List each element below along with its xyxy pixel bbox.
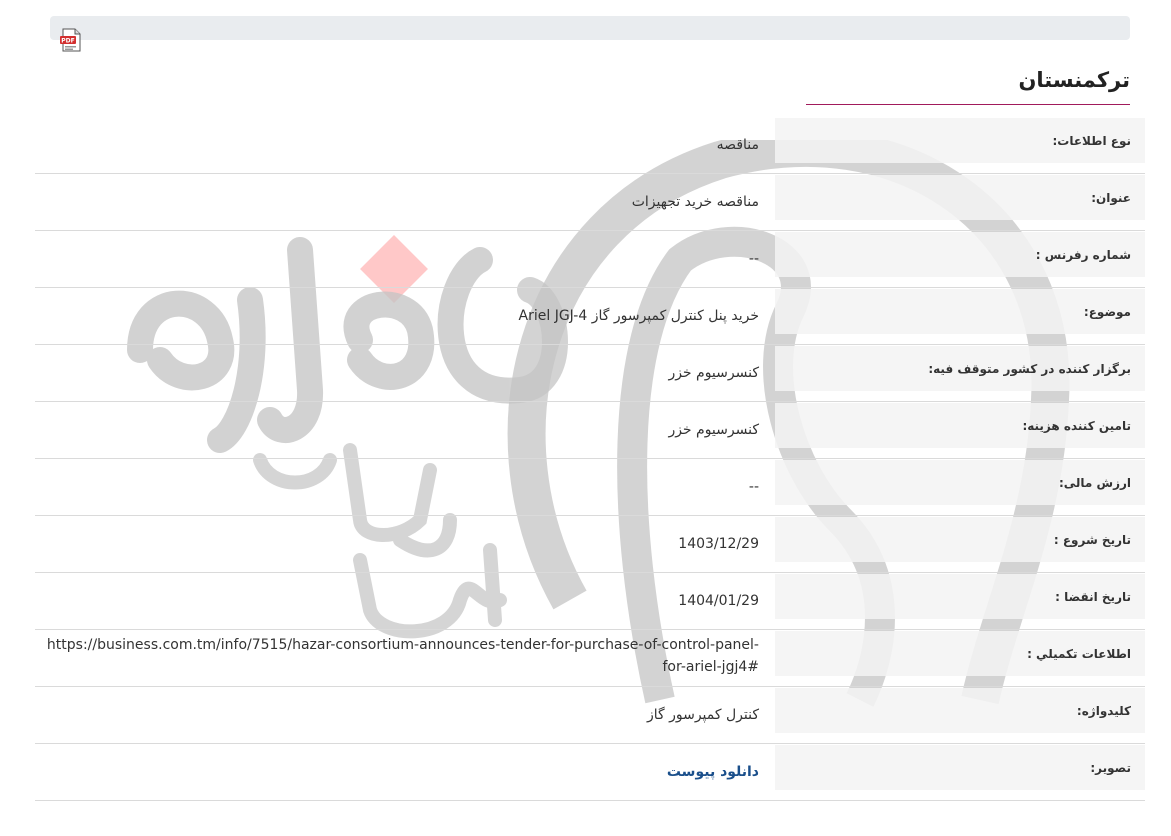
top-toolbar xyxy=(50,16,1130,40)
row-value: 1404/01/29 xyxy=(678,593,759,609)
info-row-reference: شماره رفرنس : -- xyxy=(35,231,1145,288)
row-label: برگزار کننده در کشور متوقف فیه: xyxy=(775,346,1145,391)
row-value: -- xyxy=(748,251,759,267)
extra-info-url-text[interactable]: https://business.com.tm/info/7515/hazar-… xyxy=(41,634,759,678)
row-value: مناقصه xyxy=(716,137,759,153)
row-value: مناقصه خرید تجهیزات xyxy=(631,194,759,210)
row-value: -- xyxy=(748,479,759,495)
row-label: کلیدواژه: xyxy=(775,688,1145,733)
download-attachment-link[interactable]: دانلود پیوست xyxy=(667,761,759,783)
page-title: ترکمنستان xyxy=(806,64,1130,105)
row-value: کنترل کمپرسور گاز xyxy=(646,707,759,723)
row-value: کنسرسیوم خزر xyxy=(668,365,759,381)
extra-info-url[interactable]: https://business.com.tm/info/7515/hazar-… xyxy=(35,630,775,686)
row-value-download: دانلود پیوست xyxy=(35,744,775,800)
row-label: اطلاعات تكميلي : xyxy=(775,631,1145,676)
pdf-export-button[interactable]: PDF xyxy=(58,27,84,53)
info-table: نوع اطلاعات: مناقصه عنوان: مناقصه خرید ت… xyxy=(35,117,1145,801)
info-row-title: عنوان: مناقصه خرید تجهیزات xyxy=(35,174,1145,231)
info-row-organizer: برگزار کننده در کشور متوقف فیه: کنسرسیوم… xyxy=(35,345,1145,402)
row-label: تصویر: xyxy=(775,745,1145,790)
info-row-financial-value: ارزش مالی: -- xyxy=(35,459,1145,516)
info-row-subject: موضوع: خرید پنل کنترل کمپرسور گاز Ariel … xyxy=(35,288,1145,345)
row-label: عنوان: xyxy=(775,175,1145,220)
row-value: کنسرسیوم خزر xyxy=(668,422,759,438)
info-row-extra-info: اطلاعات تكميلي : https://business.com.tm… xyxy=(35,630,1145,687)
info-row-keywords: کلیدواژه: کنترل کمپرسور گاز xyxy=(35,687,1145,744)
row-label: شماره رفرنس : xyxy=(775,232,1145,277)
svg-text:PDF: PDF xyxy=(61,38,74,45)
pdf-file-icon: PDF xyxy=(60,28,81,52)
row-label: ارزش مالی: xyxy=(775,460,1145,505)
row-label: تاریخ شروع : xyxy=(775,517,1145,562)
info-row-funder: تامین کننده هزینه: کنسرسیوم خزر xyxy=(35,402,1145,459)
row-label: تامین کننده هزینه: xyxy=(775,403,1145,448)
row-label: تاریخ انقضا : xyxy=(775,574,1145,619)
row-value: 1403/12/29 xyxy=(678,536,759,552)
info-row-type: نوع اطلاعات: مناقصه xyxy=(35,117,1145,174)
info-row-expiry-date: تاریخ انقضا : 1404/01/29 xyxy=(35,573,1145,630)
row-label: نوع اطلاعات: xyxy=(775,118,1145,163)
row-value: خرید پنل کنترل کمپرسور گاز Ariel JGJ-4 xyxy=(518,308,759,324)
info-row-image: تصویر: دانلود پیوست xyxy=(35,744,1145,801)
info-row-start-date: تاریخ شروع : 1403/12/29 xyxy=(35,516,1145,573)
row-label: موضوع: xyxy=(775,289,1145,334)
